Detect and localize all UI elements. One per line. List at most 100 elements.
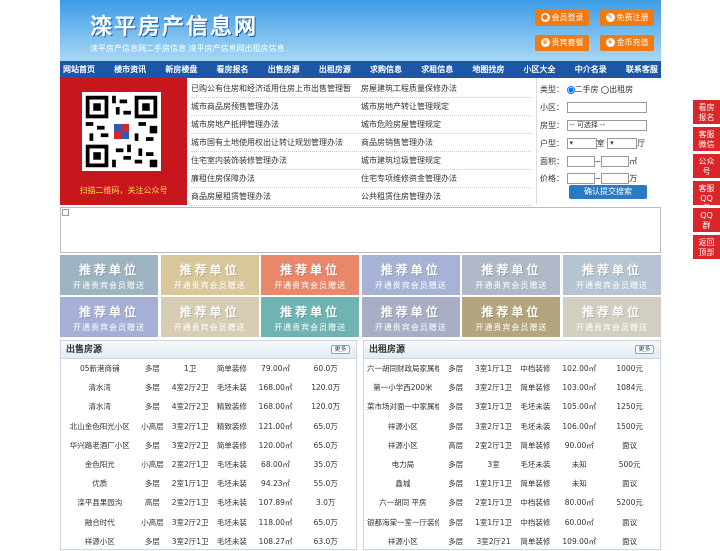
table-row[interactable]: 祥源小区 多层 3室2厅1卫 毛坯未装 106.00㎡ 1500元 [364, 417, 660, 436]
table-row[interactable]: 清水湾 多层 4室2厅2卫 毛坯未装 168.00㎡ 120.0万 [61, 378, 356, 397]
nav-news[interactable]: 楼市资讯 [114, 61, 146, 78]
table-row[interactable]: 北山金色阳光小区 小高层 3室2厅1卫 精致装修 121.00㎡ 65.0万 [61, 417, 356, 436]
area-max-input[interactable] [601, 156, 630, 167]
table-cell[interactable]: 电力局 [367, 455, 439, 474]
policy-link[interactable]: 住宅专项维修资金管理办法 [361, 170, 531, 187]
site-logo[interactable]: 滦平房产信息网 [90, 9, 258, 41]
nav-home[interactable]: 网站首页 [63, 61, 95, 78]
table-row[interactable]: 菜市场对面一中家属楼 多层 3室1厅1卫 毛坯未装 105.00㎡ 1250元 [364, 397, 660, 416]
side-viewing-signup[interactable]: 看房 报名 [693, 100, 720, 124]
policy-link[interactable]: 廉租住房保障办法 [191, 170, 361, 187]
search-submit-button[interactable]: 确认提交搜索 [569, 185, 647, 199]
nav-new-homes[interactable]: 新房楼盘 [165, 61, 197, 78]
nav-contact[interactable]: 联系客服 [626, 61, 658, 78]
login-button[interactable]: ● 会员登录 [535, 10, 589, 26]
ad-tile[interactable]: 推荐单位 开通贵宾会员赠送 [60, 297, 158, 337]
table-row[interactable]: 华兴路老酒厂小区 多层 3室2厅2卫 简单装修 120.00㎡ 65.0万 [61, 436, 356, 455]
policy-link[interactable]: 房屋建筑工程质量保修办法 [361, 80, 531, 97]
side-qq-service[interactable]: 客服QQ号 [693, 181, 720, 213]
housetype-select[interactable]: -- 可选择 -- [566, 120, 647, 131]
rent-more-button[interactable]: 更多 [635, 345, 654, 354]
table-row[interactable]: 六一胡同 平房 多层 2室1厅1卫 中档装修 80.00㎡ 5200元 [364, 493, 660, 512]
policy-link[interactable]: 已购公有住房和经济适用住房上市出售管理暂 [191, 80, 361, 97]
table-cell[interactable]: 北山金色阳光小区 [64, 417, 136, 436]
table-row[interactable]: 祥源小区 多层 3室2厅21 简单装修 109.00㎡ 面议 [364, 532, 660, 551]
ad-tile[interactable]: 推荐单位 开通贵宾会员赠送 [160, 297, 259, 337]
side-official-account[interactable]: 公众号 [693, 154, 720, 178]
vip-package-button[interactable]: ♛ 贵宾套餐 [535, 35, 589, 51]
table-cell[interactable]: 优质 [64, 474, 136, 493]
table-cell[interactable]: 六一胡同 平房 [367, 493, 439, 512]
policy-link[interactable]: 城市危险房屋管理规定 [361, 116, 531, 133]
nav-viewing-signup[interactable]: 看房报名 [217, 61, 249, 78]
policy-link[interactable]: 城市建筑垃圾管理规定 [361, 152, 531, 169]
nav-communities[interactable]: 小区大全 [524, 61, 556, 78]
table-cell[interactable]: 清水湾 [64, 378, 136, 397]
coin-recharge-button[interactable]: ¥ 金币充值 [600, 35, 654, 51]
table-row[interactable]: 融合时代 小高层 3室2厅2卫 毛坯未装 118.00㎡ 65.0万 [61, 513, 356, 532]
room-select[interactable]: ▾ [566, 138, 597, 149]
community-input[interactable] [566, 102, 647, 113]
table-row[interactable]: 05新港商铺 多层 1卫 简单装修 79.00㎡ 60.0万 [61, 359, 356, 378]
table-cell[interactable]: 清水湾 [64, 397, 136, 416]
table-cell[interactable]: 祥源小区 [367, 532, 439, 551]
banner-slot[interactable] [60, 207, 661, 253]
table-row[interactable]: 优质 多层 2室1厅1卫 毛坯未装 94.23㎡ 55.0万 [61, 474, 356, 493]
policy-link[interactable]: 住宅室内装饰装修管理办法 [191, 152, 361, 169]
ad-tile[interactable]: 推荐单位 开通贵宾会员赠送 [361, 297, 460, 337]
type-radio-sale[interactable] [566, 85, 575, 94]
table-cell[interactable]: 滦平县果园沟 [64, 493, 136, 512]
policy-link[interactable]: 商品房屋租赁管理办法 [191, 188, 361, 205]
price-min-input[interactable] [566, 173, 595, 184]
table-row[interactable]: 滦平县果园沟 高层 2室2厅1卫 毛坯未装 107.89㎡ 3.0万 [61, 493, 356, 512]
ad-tile[interactable]: 推荐单位 开通贵宾会员赠送 [60, 255, 158, 295]
table-row[interactable]: 金色阳光 小高层 2室2厅1卫 毛坯未装 68.00㎡ 35.0万 [61, 455, 356, 474]
table-cell[interactable]: 融合时代 [64, 513, 136, 532]
policy-link[interactable]: 城市国有土地使用权出让转让规划管理办法 [191, 134, 361, 151]
ad-tile[interactable]: 推荐单位 开通贵宾会员赠送 [261, 255, 360, 295]
table-cell[interactable]: 菜市场对面一中家属楼 [367, 397, 439, 416]
area-min-input[interactable] [566, 156, 595, 167]
nav-for-sale[interactable]: 出售房源 [268, 61, 300, 78]
nav-agents[interactable]: 中介名录 [575, 61, 607, 78]
policy-link[interactable]: 城市房地产抵押管理办法 [191, 116, 361, 133]
ad-tile[interactable]: 推荐单位 开通贵宾会员赠送 [563, 255, 661, 295]
price-max-input[interactable] [601, 173, 630, 184]
table-row[interactable]: 六一胡同财政局家属楼 多层 3室1厅1卫 中档装修 102.00㎡ 1000元 [364, 359, 660, 378]
table-cell[interactable]: 六一胡同财政局家属楼 [367, 359, 439, 378]
policy-link[interactable]: 公共租赁住房管理办法 [361, 188, 531, 205]
side-back-to-top[interactable]: 返回 顶部 [693, 235, 720, 259]
ad-tile[interactable]: 推荐单位 开通贵宾会员赠送 [160, 255, 259, 295]
ad-tile[interactable]: 推荐单位 开通贵宾会员赠送 [361, 255, 460, 295]
type-radio-rent[interactable] [601, 85, 610, 94]
table-row[interactable]: 清水湾 多层 4室2厅2卫 精致装修 168.00㎡ 120.0万 [61, 397, 356, 416]
ad-tile[interactable]: 推荐单位 开通贵宾会员赠送 [462, 255, 561, 295]
policy-link[interactable]: 城市商品房预售管理办法 [191, 98, 361, 115]
ad-tile[interactable]: 推荐单位 开通贵宾会员赠送 [261, 297, 360, 337]
table-cell[interactable]: 祥源小区 [367, 417, 439, 436]
ad-tile[interactable]: 推荐单位 开通贵宾会员赠送 [462, 297, 561, 337]
table-cell[interactable]: 金色阳光 [64, 455, 136, 474]
nav-wanted-rent[interactable]: 求租信息 [421, 61, 453, 78]
table-row[interactable]: 电力局 多层 3室 毛坯未装 未知 500元 [364, 455, 660, 474]
nav-map-search[interactable]: 地图找房 [472, 61, 504, 78]
table-cell[interactable]: 华兴路老酒厂小区 [64, 436, 136, 455]
nav-for-rent[interactable]: 出租房源 [319, 61, 351, 78]
table-cell[interactable]: 05新港商铺 [64, 359, 136, 378]
sale-more-button[interactable]: 更多 [331, 345, 350, 354]
ad-tile[interactable]: 推荐单位 开通贵宾会员赠送 [563, 297, 661, 337]
table-row[interactable]: 鑫城 多层 1室1厅1卫 简单装修 未知 面议 [364, 474, 660, 493]
table-row[interactable]: 第一小学西200米 多层 3室2厅1卫 简单装修 103.00㎡ 1084元 [364, 378, 660, 397]
hall-select[interactable]: ▾ [607, 138, 638, 149]
policy-link[interactable]: 商品房销售管理办法 [361, 134, 531, 151]
register-button[interactable]: ✎ 免费注册 [600, 10, 654, 26]
table-cell[interactable]: 祥源小区 [367, 436, 439, 455]
table-cell[interactable]: 第一小学西200米 [367, 378, 439, 397]
table-row[interactable]: 祥源小区 多层 3室2厅1卫 毛坯未装 108.27㎡ 63.0万 [61, 532, 356, 551]
table-row[interactable]: 银都海棠一室一厅装修 多层 1室1厅1卫 中档装修 60.00㎡ 面议 [364, 513, 660, 532]
table-cell[interactable]: 银都海棠一室一厅装修 [367, 513, 439, 532]
side-qq-group[interactable]: QQ 群 [693, 208, 720, 232]
side-wechat-service[interactable]: 客服 微信 [693, 127, 720, 151]
policy-link[interactable]: 城市房地产转让管理规定 [361, 98, 531, 115]
table-cell[interactable]: 祥源小区 [64, 532, 136, 551]
